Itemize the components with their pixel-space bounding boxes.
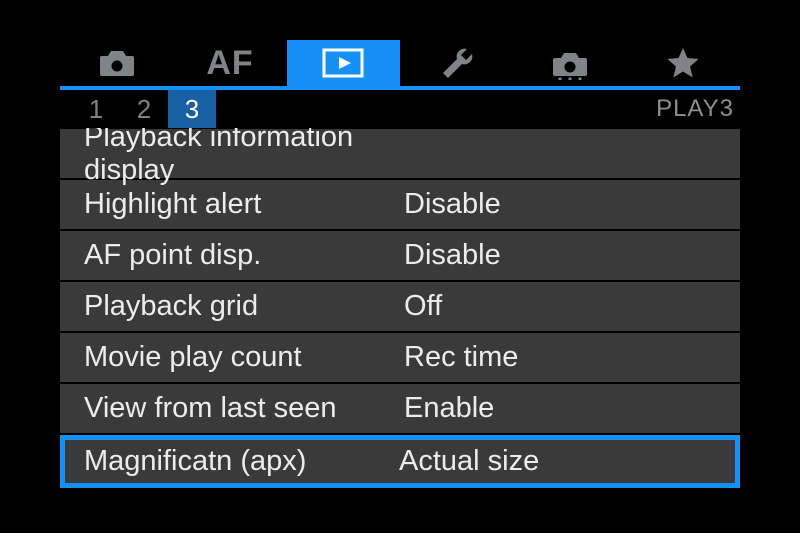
- menu-item-magnification[interactable]: Magnificatn (apx) Actual size: [60, 434, 740, 489]
- menu-value: Actual size: [399, 445, 735, 478]
- menu-item-af-point-disp[interactable]: AF point disp. Disable: [60, 230, 740, 281]
- menu-label: Magnificatn (apx): [84, 445, 399, 478]
- page-2[interactable]: 2: [120, 90, 168, 128]
- page-1[interactable]: 1: [72, 90, 120, 128]
- tab-af[interactable]: AF: [173, 40, 286, 86]
- menu-label: Highlight alert: [84, 188, 404, 221]
- menu-value: Disable: [404, 188, 740, 221]
- af-icon: AF: [206, 44, 253, 83]
- menu-label: Playback grid: [84, 290, 404, 323]
- page-3[interactable]: 3: [168, 90, 216, 128]
- tab-mymenu[interactable]: [627, 40, 740, 86]
- menu-label: AF point disp.: [84, 239, 404, 272]
- menu-value: Rec time: [404, 341, 740, 374]
- menu-value: Enable: [404, 392, 740, 425]
- menu-list: Playback information display Highlight a…: [60, 128, 740, 489]
- top-tab-bar: AF: [60, 40, 740, 90]
- tab-playback[interactable]: [287, 40, 400, 86]
- tab-shooting[interactable]: [60, 40, 173, 86]
- star-icon: [665, 46, 701, 80]
- menu-item-view-from-last-seen[interactable]: View from last seen Enable: [60, 383, 740, 434]
- subtab-row: 1 2 3 PLAY3: [60, 90, 740, 128]
- menu-item-playback-grid[interactable]: Playback grid Off: [60, 281, 740, 332]
- menu-item-playback-info[interactable]: Playback information display: [60, 128, 740, 179]
- page-group-label: PLAY3: [656, 90, 734, 128]
- playback-icon: [321, 47, 365, 79]
- menu-value: Disable: [404, 239, 740, 272]
- menu-label: Playback information display: [84, 121, 404, 187]
- tab-setup[interactable]: [400, 40, 513, 86]
- menu-label: View from last seen: [84, 392, 404, 425]
- camera-menu-screen: AF 1: [60, 40, 740, 495]
- wrench-icon: [439, 46, 475, 80]
- custom-camera-icon: [549, 46, 591, 80]
- menu-label: Movie play count: [84, 341, 404, 374]
- tab-custom[interactable]: [513, 40, 626, 86]
- camera-icon: [96, 48, 138, 78]
- menu-value: Off: [404, 290, 740, 323]
- menu-item-movie-play-count[interactable]: Movie play count Rec time: [60, 332, 740, 383]
- menu-item-highlight-alert[interactable]: Highlight alert Disable: [60, 179, 740, 230]
